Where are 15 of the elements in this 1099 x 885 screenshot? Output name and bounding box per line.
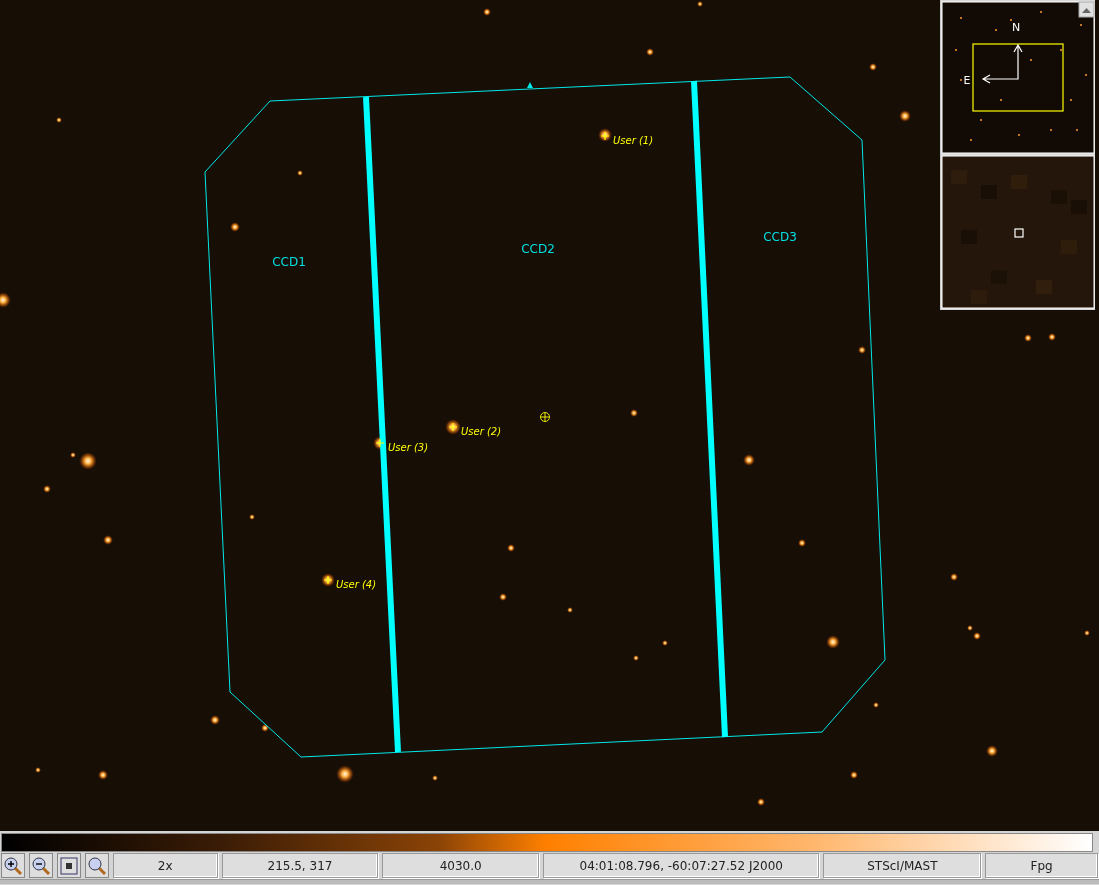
pixel-position: 215.5, 317: [221, 853, 379, 878]
pixel-value: 4030.0: [382, 853, 539, 878]
target-label: User (1): [613, 135, 654, 146]
zoom-level: 2x: [112, 853, 218, 878]
sky-coordinates: 04:01:08.796, -60:07:27.52 J2000: [543, 853, 820, 878]
ccd-label: CCD2: [521, 242, 555, 256]
target-label: User (3): [388, 442, 429, 453]
image-source: STScI/MAST: [823, 853, 982, 878]
target-label: User (4): [336, 579, 377, 590]
image-format: Fpg: [985, 853, 1098, 878]
target-label: User (2): [461, 426, 502, 437]
east-label: E: [963, 74, 971, 87]
north-label: N: [1011, 21, 1021, 34]
ccd-label: CCD1: [272, 255, 306, 269]
ccd-label: CCD3: [763, 230, 797, 244]
